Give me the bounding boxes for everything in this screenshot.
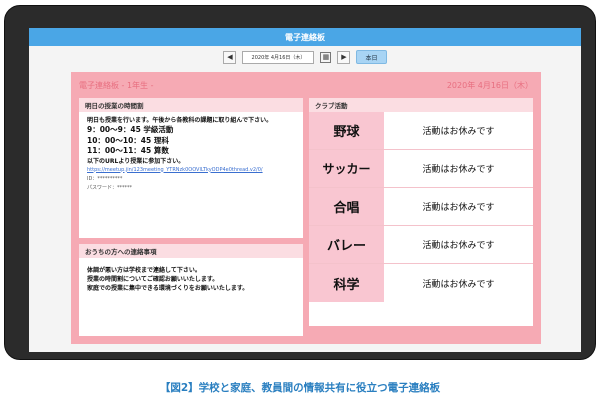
schedule-panel: 明日の授業の時間割 明日も授業を行います。午後から各教科の課題に取り組んで下さい… [79, 98, 303, 238]
club-heading: クラブ活動 [309, 98, 533, 112]
club-name: 科学 [309, 264, 384, 302]
period-item: 11：00〜11：45 算数 [87, 146, 169, 155]
club-name: 野球 [309, 112, 384, 149]
club-row: 合唱 活動はお休みです [309, 188, 533, 226]
board-date: 2020年 4月16日（木） [446, 80, 533, 90]
notice-line: 体調が悪い方は学校まで連絡して下さい。 [87, 267, 201, 274]
notice-heading: おうちの方への連絡事項 [79, 244, 303, 258]
prev-day-button[interactable]: ◀ [223, 50, 237, 64]
board-title: 電子連絡板 - 1年生 - [79, 80, 154, 90]
meeting-id: ID：********** [87, 175, 123, 182]
club-row: サッカー 活動はお休みです [309, 150, 533, 188]
tablet-frame: 電子連絡板 ◀ 2020年 4月16日（木） ▦ ▶ 本日 電子連絡板 - 1年… [4, 5, 596, 360]
calendar-icon[interactable]: ▦ [320, 51, 332, 63]
screen: 電子連絡板 ◀ 2020年 4月16日（木） ▦ ▶ 本日 電子連絡板 - 1年… [29, 28, 581, 352]
club-panel: クラブ活動 野球 活動はお休みです サッカー 活動はお休みです 合唱 活動はお休… [309, 98, 533, 326]
url-note: 以下のURLより授業に参加下さい。 [87, 157, 185, 165]
club-status: 活動はお休みです [422, 127, 495, 137]
notice-line: 家庭での授業に集中できる環境づくりをお願いいたします。 [87, 285, 249, 292]
figure-caption: 【図2】学校と家庭、教員間の情報共有に役立つ電子連絡板 [159, 382, 441, 394]
club-status: 活動はお休みです [422, 165, 495, 175]
app-title: 電子連絡板 [29, 28, 581, 46]
date-navigation: ◀ 2020年 4月16日（木） ▦ ▶ 本日 [29, 46, 581, 68]
next-day-button[interactable]: ▶ [337, 50, 351, 64]
meeting-password: パスワード：****** [87, 184, 133, 191]
club-status: 活動はお休みです [422, 203, 495, 213]
board-header: 電子連絡板 - 1年生 - 2020年 4月16日（木） [71, 72, 541, 98]
club-name: 合唱 [309, 188, 384, 225]
notice-panel: おうちの方への連絡事項 体調が悪い方は学校まで連絡して下さい。 授業の時間割につ… [79, 244, 303, 336]
club-row: バレー 活動はお休みです [309, 226, 533, 264]
schedule-intro: 明日も授業を行います。午後から各教科の課題に取り組んで下さい。 [87, 117, 273, 124]
club-row: 科学 活動はお休みです [309, 264, 533, 302]
notice-line: 授業の時間割についてご確認お願いいたします。 [87, 276, 219, 283]
club-status: 活動はお休みです [422, 279, 495, 290]
club-status: 活動はお休みです [422, 241, 495, 251]
schedule-heading: 明日の授業の時間割 [79, 98, 303, 112]
board: 電子連絡板 - 1年生 - 2020年 4月16日（木） 明日の授業の時間割 明… [71, 72, 541, 344]
today-button[interactable]: 本日 [356, 50, 387, 64]
club-row: 野球 活動はお休みです [309, 112, 533, 150]
date-field[interactable]: 2020年 4月16日（木） [242, 50, 315, 64]
club-name: バレー [309, 226, 384, 263]
period-item: 9：00〜9：45 学級活動 [87, 125, 174, 134]
period-item: 10：00〜10：45 理科 [87, 135, 169, 145]
meeting-link[interactable]: https://meetup.jin/123meeting_YTRNzk0OOV… [87, 166, 295, 175]
club-name: サッカー [309, 150, 384, 187]
